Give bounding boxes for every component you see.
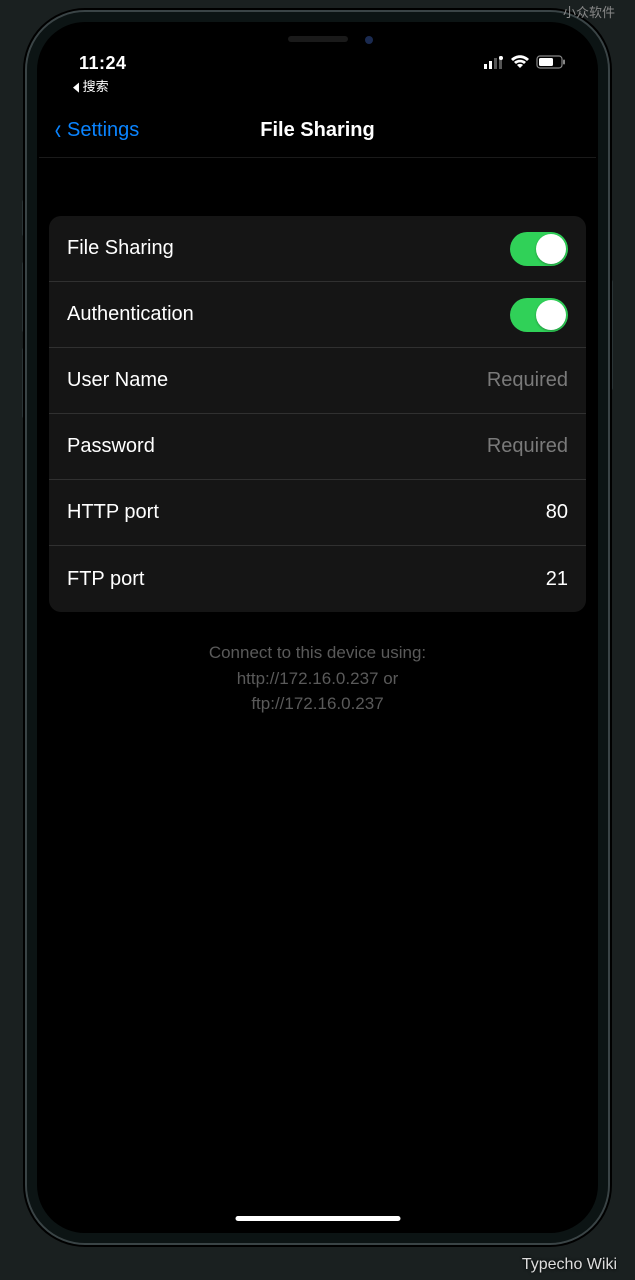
- http-port-value[interactable]: 80: [546, 501, 568, 524]
- row-label: FTP port: [67, 568, 144, 591]
- wifi-icon: [510, 55, 530, 74]
- watermark-bottom: Typecho Wiki: [522, 1256, 617, 1274]
- chevron-left-icon: ◀: [73, 79, 79, 95]
- ftp-port-value[interactable]: 21: [546, 568, 568, 591]
- row-label: Authentication: [67, 303, 194, 326]
- row-ftp-port[interactable]: FTP port 21: [49, 546, 586, 612]
- username-field[interactable]: Required: [487, 369, 568, 392]
- status-time: 11:24: [79, 53, 127, 74]
- home-indicator[interactable]: [235, 1216, 400, 1221]
- row-file-sharing: File Sharing: [49, 216, 586, 282]
- row-label: User Name: [67, 369, 168, 392]
- row-username[interactable]: User Name Required: [49, 348, 586, 414]
- row-label: File Sharing: [67, 237, 174, 260]
- back-label: Settings: [67, 119, 139, 142]
- row-label: HTTP port: [67, 501, 159, 524]
- footer-line: http://172.16.0.237 or: [39, 666, 596, 692]
- phone-frame: 11:24: [25, 10, 610, 1245]
- row-password[interactable]: Password Required: [49, 414, 586, 480]
- footer-line: ftp://172.16.0.237: [39, 691, 596, 717]
- footer-line: Connect to this device using:: [39, 640, 596, 666]
- chevron-left-icon: ‹: [55, 115, 62, 145]
- settings-group: File Sharing Authentication User Name Re…: [49, 216, 586, 612]
- authentication-toggle[interactable]: [510, 298, 568, 332]
- screen: 11:24: [39, 24, 596, 1231]
- row-label: Password: [67, 435, 155, 458]
- back-button[interactable]: ‹ Settings: [53, 115, 139, 145]
- password-field[interactable]: Required: [487, 435, 568, 458]
- battery-icon: [536, 55, 566, 74]
- watermark-top: 小众软件: [563, 2, 615, 21]
- notch: [208, 24, 428, 54]
- cellular-signal-icon: [484, 56, 504, 74]
- row-authentication: Authentication: [49, 282, 586, 348]
- file-sharing-toggle[interactable]: [510, 232, 568, 266]
- connection-info: Connect to this device using: http://172…: [39, 640, 596, 717]
- nav-bar: ‹ Settings File Sharing: [39, 103, 596, 158]
- breadcrumb-label: 搜索: [83, 79, 109, 94]
- breadcrumb-back[interactable]: ◀ 搜索: [39, 76, 596, 95]
- row-http-port[interactable]: HTTP port 80: [49, 480, 586, 546]
